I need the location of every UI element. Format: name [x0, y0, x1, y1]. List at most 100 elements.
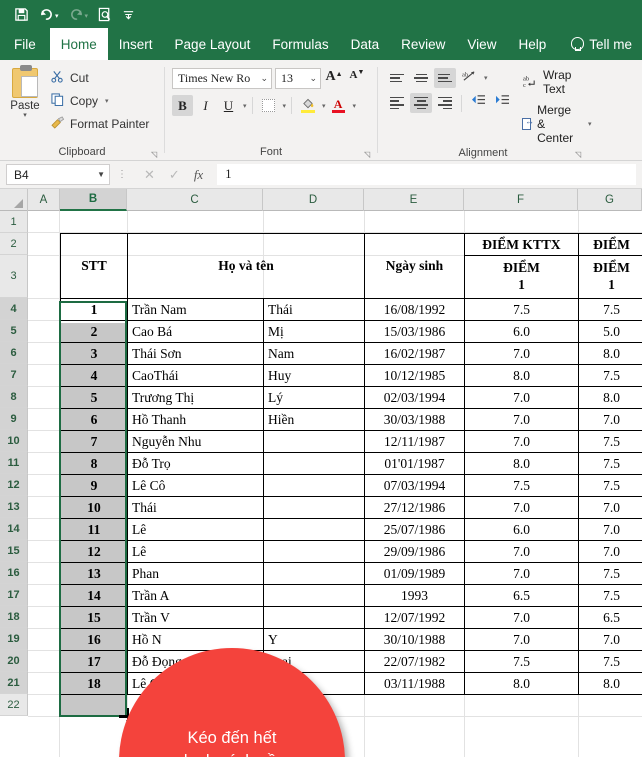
cell-firstname[interactable]: Nguyễn Nhu: [128, 431, 264, 453]
cell-firstname[interactable]: Thái: [128, 497, 264, 519]
cell-lastname[interactable]: [264, 431, 365, 453]
cell-diem-g[interactable]: 8.0: [579, 387, 642, 409]
paste-button[interactable]: Paste ▾: [0, 66, 50, 119]
cell-dob[interactable]: 16/02/1987: [365, 343, 465, 365]
cell-lastname[interactable]: [264, 519, 365, 541]
cell-stt[interactable]: 17: [61, 651, 128, 673]
decrease-indent-button[interactable]: [467, 93, 489, 113]
cell-firstname[interactable]: Trương Thị: [128, 387, 264, 409]
align-top-button[interactable]: [386, 68, 408, 88]
row-header-6[interactable]: 6: [0, 342, 28, 364]
cell-lastname[interactable]: Mị: [264, 321, 365, 343]
cell-firstname[interactable]: Hồ N: [128, 629, 264, 651]
cell-diem-g[interactable]: 7.5: [579, 475, 642, 497]
cell-diem-g[interactable]: 7.5: [579, 431, 642, 453]
underline-button[interactable]: U: [218, 95, 239, 116]
cell-lastname[interactable]: [264, 585, 365, 607]
cell-stt[interactable]: 12: [61, 541, 128, 563]
row-header-13[interactable]: 13: [0, 496, 28, 518]
cell-diem-f[interactable]: 7.5: [465, 299, 579, 321]
cell-firstname[interactable]: Đỗ Trọ: [128, 453, 264, 475]
cell-dob[interactable]: 30/10/1988: [365, 629, 465, 651]
cell-stt[interactable]: 1: [61, 299, 128, 321]
cell-stt[interactable]: 5: [61, 387, 128, 409]
cell-diem-f[interactable]: 8.0: [465, 365, 579, 387]
orientation-button[interactable]: ab: [458, 68, 480, 88]
cell-dob[interactable]: 03/11/1988: [365, 673, 465, 695]
undo-icon[interactable]: ▾: [39, 8, 59, 21]
cell-diem-g[interactable]: 8.0: [579, 673, 642, 695]
cell-lastname[interactable]: [264, 541, 365, 563]
cells-area[interactable]: STT Họ và tên Ngày sinh ĐIỂM KTTX ĐIỂM Đ…: [28, 211, 642, 757]
cell-firstname[interactable]: CaoThái: [128, 365, 264, 387]
cell-dob[interactable]: 27/12/1986: [365, 497, 465, 519]
column-header-e[interactable]: E: [364, 189, 464, 211]
header-diem-kttx-g[interactable]: ĐIỂM: [579, 234, 642, 256]
tell-me-search[interactable]: Tell me: [571, 28, 632, 60]
cell-stt[interactable]: 10: [61, 497, 128, 519]
cell-stt[interactable]: 16: [61, 629, 128, 651]
cell-diem-g[interactable]: 7.5: [579, 563, 642, 585]
cell-stt[interactable]: 18: [61, 673, 128, 695]
align-center-button[interactable]: [410, 93, 432, 113]
align-middle-button[interactable]: [410, 68, 432, 88]
tab-help[interactable]: Help: [507, 28, 557, 60]
borders-button[interactable]: [258, 95, 279, 116]
cell-dob[interactable]: 25/07/1986: [365, 519, 465, 541]
merge-center-button[interactable]: Merge & Center ▾: [522, 103, 592, 145]
fill-chevron-down-icon[interactable]: ▾: [322, 102, 326, 110]
copy-button[interactable]: Copy ▾: [50, 91, 149, 111]
cell-firstname[interactable]: Hồ Thanh: [128, 409, 264, 431]
cell-stt[interactable]: 4: [61, 365, 128, 387]
column-header-a[interactable]: A: [28, 189, 60, 211]
underline-chevron-down-icon[interactable]: ▾: [243, 102, 247, 110]
cell-dob[interactable]: 22/07/1982: [365, 651, 465, 673]
cell-diem-g[interactable]: 7.0: [579, 629, 642, 651]
row-header-4[interactable]: 4: [0, 298, 28, 320]
cell-diem-f[interactable]: 7.0: [465, 409, 579, 431]
row-header-21[interactable]: 21: [0, 672, 28, 694]
cell-diem-g[interactable]: 7.0: [579, 409, 642, 431]
row-header-12[interactable]: 12: [0, 474, 28, 496]
row-header-10[interactable]: 10: [0, 430, 28, 452]
font-color-button[interactable]: A: [328, 95, 349, 116]
cell-dob[interactable]: 12/07/1992: [365, 607, 465, 629]
row-header-16[interactable]: 16: [0, 562, 28, 584]
wrap-text-button[interactable]: abc Wrap Text: [522, 68, 592, 96]
cell-diem-f[interactable]: 6.0: [465, 519, 579, 541]
cell-diem-g[interactable]: 5.0: [579, 321, 642, 343]
cell-lastname[interactable]: [264, 475, 365, 497]
cell-firstname[interactable]: Trần A: [128, 585, 264, 607]
format-painter-button[interactable]: Format Painter: [50, 114, 149, 134]
cell-diem-f[interactable]: 6.0: [465, 321, 579, 343]
row-header-18[interactable]: 18: [0, 606, 28, 628]
increase-font-size-button[interactable]: A▲: [324, 69, 344, 89]
increase-indent-button[interactable]: [491, 93, 513, 113]
cell-dob[interactable]: 02/03/1994: [365, 387, 465, 409]
insert-function-icon[interactable]: fx: [194, 167, 203, 183]
cell-diem-g[interactable]: 7.5: [579, 453, 642, 475]
cell-firstname[interactable]: Lê Cô: [128, 475, 264, 497]
cell-lastname[interactable]: [264, 497, 365, 519]
cell-stt[interactable]: 2: [61, 321, 128, 343]
cell-stt[interactable]: 3: [61, 343, 128, 365]
cell-diem-f[interactable]: 7.0: [465, 497, 579, 519]
cell-diem-g[interactable]: 8.0: [579, 343, 642, 365]
cell-firstname[interactable]: Trần Nam: [128, 299, 264, 321]
cell-dob[interactable]: 07/03/1994: [365, 475, 465, 497]
cell-firstname[interactable]: Thái Sơn: [128, 343, 264, 365]
cell-stt[interactable]: 14: [61, 585, 128, 607]
tab-page-layout[interactable]: Page Layout: [164, 28, 262, 60]
cell-lastname[interactable]: [264, 563, 365, 585]
cell-lastname[interactable]: Hiền: [264, 409, 365, 431]
cell-stt[interactable]: 6: [61, 409, 128, 431]
header-dob[interactable]: Ngày sinh: [365, 234, 465, 299]
tab-home[interactable]: Home: [50, 28, 108, 60]
column-header-c[interactable]: C: [127, 189, 263, 211]
row-header-3[interactable]: 3: [0, 255, 28, 298]
cell-stt[interactable]: 8: [61, 453, 128, 475]
cell-diem-f[interactable]: 7.5: [465, 475, 579, 497]
alignment-dialog-launcher-icon[interactable]: ◹: [575, 150, 584, 159]
cell-dob[interactable]: 10/12/1985: [365, 365, 465, 387]
row-header-5[interactable]: 5: [0, 320, 28, 342]
